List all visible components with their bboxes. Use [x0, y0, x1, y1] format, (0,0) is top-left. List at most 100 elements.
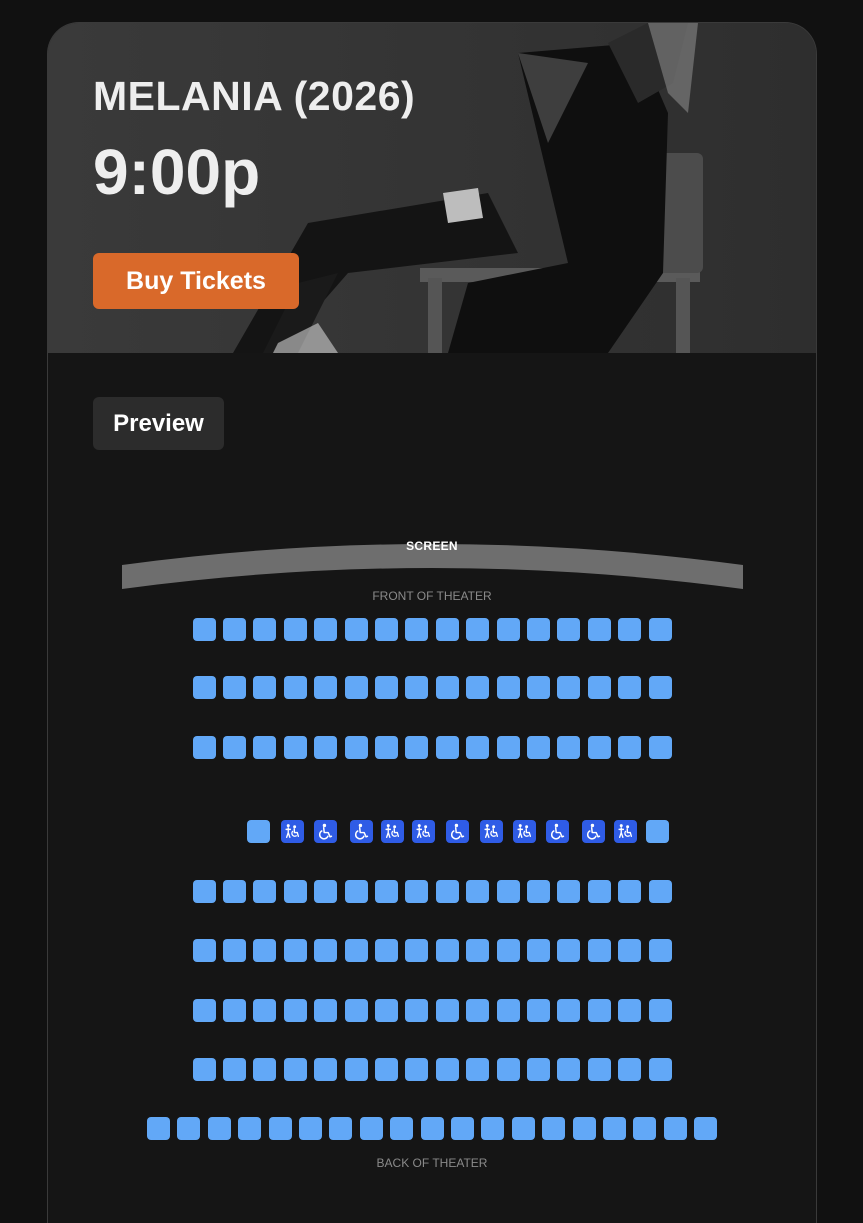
seat[interactable] — [283, 1058, 307, 1081]
seat[interactable] — [405, 999, 429, 1022]
seat[interactable] — [587, 999, 611, 1022]
seat[interactable] — [344, 676, 368, 699]
seat[interactable] — [405, 736, 429, 759]
seat[interactable] — [496, 880, 520, 903]
seat[interactable] — [146, 1117, 170, 1140]
seat[interactable] — [648, 736, 672, 759]
seat[interactable] — [648, 880, 672, 903]
wheelchair-seat[interactable] — [350, 820, 373, 843]
seat[interactable] — [359, 1117, 383, 1140]
seat[interactable] — [496, 676, 520, 699]
seat[interactable] — [374, 880, 398, 903]
wheelchair-seat[interactable] — [314, 820, 337, 843]
seat[interactable] — [344, 939, 368, 962]
seat[interactable] — [253, 618, 277, 641]
seat[interactable] — [192, 880, 216, 903]
seat[interactable] — [314, 999, 338, 1022]
seat[interactable] — [587, 618, 611, 641]
seat[interactable] — [222, 1058, 246, 1081]
seat[interactable] — [450, 1117, 474, 1140]
seat[interactable] — [283, 676, 307, 699]
seat[interactable] — [298, 1117, 322, 1140]
seat[interactable] — [344, 1058, 368, 1081]
seat[interactable] — [602, 1117, 626, 1140]
seat[interactable] — [435, 939, 459, 962]
seat[interactable] — [344, 736, 368, 759]
seat[interactable] — [374, 736, 398, 759]
seat[interactable] — [344, 880, 368, 903]
seat[interactable] — [374, 939, 398, 962]
seat[interactable] — [192, 736, 216, 759]
seat[interactable] — [526, 736, 550, 759]
seat[interactable] — [222, 676, 246, 699]
seat[interactable] — [618, 939, 642, 962]
seat[interactable] — [177, 1117, 201, 1140]
seat[interactable] — [192, 676, 216, 699]
seat[interactable] — [646, 820, 669, 843]
seat[interactable] — [222, 736, 246, 759]
seat[interactable] — [648, 1058, 672, 1081]
seat[interactable] — [435, 736, 459, 759]
seat[interactable] — [481, 1117, 505, 1140]
seat[interactable] — [253, 999, 277, 1022]
seat[interactable] — [587, 939, 611, 962]
seat[interactable] — [466, 618, 490, 641]
seat[interactable] — [314, 939, 338, 962]
seat[interactable] — [526, 1058, 550, 1081]
companion-seat[interactable] — [513, 820, 536, 843]
seat[interactable] — [587, 1058, 611, 1081]
seat[interactable] — [405, 939, 429, 962]
seat[interactable] — [344, 999, 368, 1022]
seat[interactable] — [192, 618, 216, 641]
seat[interactable] — [648, 676, 672, 699]
seat[interactable] — [511, 1117, 535, 1140]
seat[interactable] — [344, 618, 368, 641]
seat[interactable] — [268, 1117, 292, 1140]
seat[interactable] — [192, 999, 216, 1022]
seat[interactable] — [466, 676, 490, 699]
seat[interactable] — [222, 999, 246, 1022]
seat[interactable] — [557, 880, 581, 903]
seat[interactable] — [374, 676, 398, 699]
seat[interactable] — [663, 1117, 687, 1140]
seat[interactable] — [496, 939, 520, 962]
seat[interactable] — [283, 999, 307, 1022]
seat[interactable] — [314, 618, 338, 641]
seat[interactable] — [542, 1117, 566, 1140]
wheelchair-seat[interactable] — [446, 820, 469, 843]
companion-seat[interactable] — [412, 820, 435, 843]
seat[interactable] — [618, 1058, 642, 1081]
seat[interactable] — [648, 999, 672, 1022]
seat[interactable] — [496, 618, 520, 641]
seat[interactable] — [247, 820, 270, 843]
seat[interactable] — [557, 939, 581, 962]
seat[interactable] — [466, 736, 490, 759]
seat[interactable] — [222, 939, 246, 962]
seat[interactable] — [496, 1058, 520, 1081]
seat[interactable] — [192, 939, 216, 962]
seat[interactable] — [283, 939, 307, 962]
seat[interactable] — [618, 676, 642, 699]
seat[interactable] — [238, 1117, 262, 1140]
seat[interactable] — [253, 1058, 277, 1081]
seat[interactable] — [374, 999, 398, 1022]
seat[interactable] — [557, 618, 581, 641]
seat[interactable] — [222, 618, 246, 641]
seat[interactable] — [405, 880, 429, 903]
seat[interactable] — [496, 736, 520, 759]
seat[interactable] — [526, 999, 550, 1022]
seat[interactable] — [253, 736, 277, 759]
seat[interactable] — [466, 880, 490, 903]
seat[interactable] — [496, 999, 520, 1022]
seat[interactable] — [374, 618, 398, 641]
wheelchair-seat[interactable] — [546, 820, 569, 843]
seat[interactable] — [557, 999, 581, 1022]
seat[interactable] — [435, 1058, 459, 1081]
seat[interactable] — [420, 1117, 444, 1140]
seat[interactable] — [405, 618, 429, 641]
seat[interactable] — [283, 880, 307, 903]
seat[interactable] — [405, 676, 429, 699]
seat[interactable] — [648, 939, 672, 962]
seat[interactable] — [557, 1058, 581, 1081]
seat[interactable] — [435, 880, 459, 903]
